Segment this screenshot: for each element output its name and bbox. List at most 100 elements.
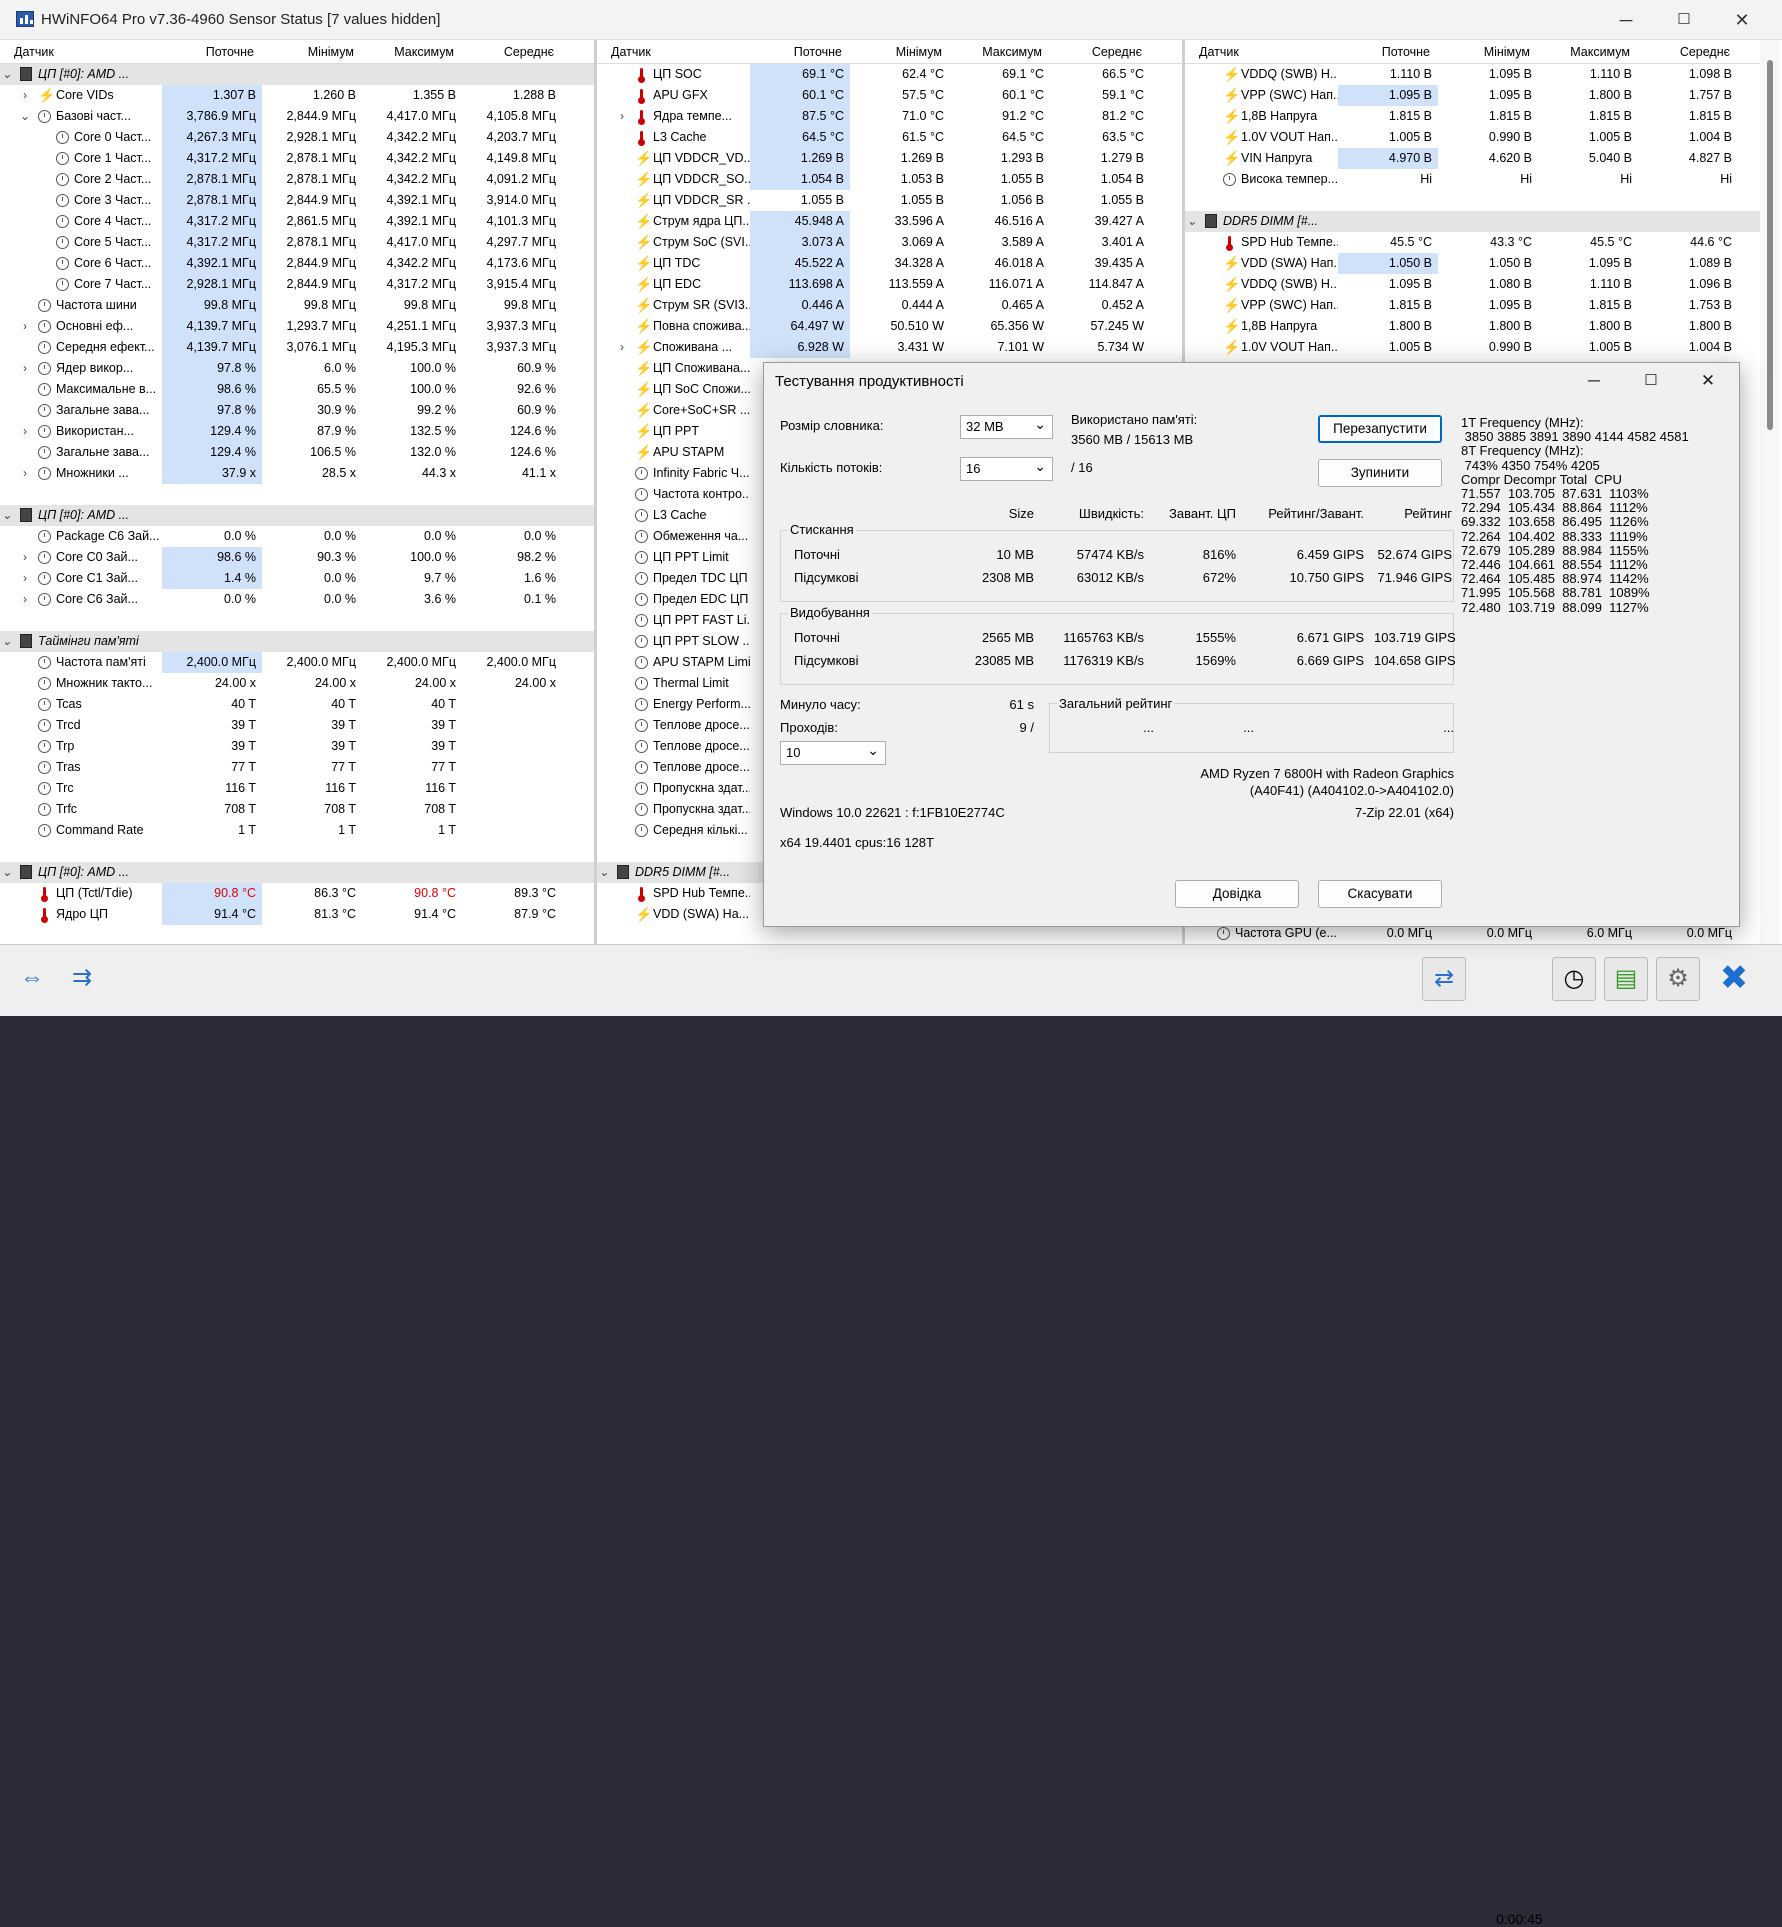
header-max[interactable]: Максимум <box>1538 45 1630 59</box>
sensor-row[interactable]: Core 4 Част... 4,317.2 МГц 2,861.5 МГц 4,39… <box>0 211 594 232</box>
sensor-row[interactable]: ⌄ Базові част... 3,786.9 МГц 2,844.9 МГц 4,4… <box>0 106 594 127</box>
sensor-row[interactable]: Загальне зава... 97.8 % 30.9 % 99.2 % 60.9 % <box>0 400 594 421</box>
sensor-row[interactable]: › ⚡ Споживана ... 6.928 W 3.431 W 7.101 W 5.73… <box>597 337 1182 358</box>
dict-size-select[interactable]: 32 MB <box>960 413 1053 439</box>
sensor-row[interactable]: ЦП (Tctl/Tdie) 90.8 °C 86.3 °C 90.8 °C 89.3 … <box>0 883 594 904</box>
column-header[interactable]: Датчик Поточне Мінімум Максимум Середнє <box>0 40 594 64</box>
column-header[interactable]: Датчик Поточне Мінімум Максимум Середнє <box>1185 40 1760 64</box>
sensor-row[interactable]: ⚡ VDD (SWA) Нап... 1.050 В 1.050 В 1.095 В 1.… <box>1185 253 1760 274</box>
sensor-group-row[interactable]: ⌄ ЦП [#0]: AMD ... <box>0 505 594 526</box>
collapse-chevron-icon[interactable]: ⌄ <box>0 631 14 652</box>
sensor-row[interactable]: Core 0 Част... 4,267.3 МГц 2,928.1 МГц 4,34… <box>0 127 594 148</box>
header-avg[interactable]: Середнє <box>1638 45 1730 59</box>
sensor-row[interactable]: Максимальне в... 98.6 % 65.5 % 100.0 % 92.6 … <box>0 379 594 400</box>
threads-select[interactable]: 16 <box>960 455 1053 481</box>
expand-chevron-icon[interactable]: › <box>18 547 32 568</box>
sensor-row[interactable]: L3 Cache 64.5 °C 61.5 °C 64.5 °C 63.5 °C <box>597 127 1182 148</box>
header-min[interactable]: Мінімум <box>1438 45 1530 59</box>
sensor-row[interactable]: ⚡ ЦП VDDCR_SR ... 1.055 В 1.055 В 1.056 В 1.0… <box>597 190 1182 211</box>
sensor-row[interactable]: › Ядра темпе... 87.5 °C 71.0 °C 91.2 °C 81.2 … <box>597 106 1182 127</box>
header-current[interactable]: Поточне <box>750 45 842 59</box>
sensor-row[interactable]: ⚡ 1,8В Напруга 1.815 В 1.815 В 1.815 В 1.815 … <box>1185 106 1760 127</box>
sensor-row[interactable]: › Core C0 Зай... 98.6 % 90.3 % 100.0 % 98.2 % <box>0 547 594 568</box>
scrollbar-thumb[interactable] <box>1767 60 1773 430</box>
sensor-row[interactable]: ⚡ VIN Напруга 4.970 В 4.620 В 5.040 В 4.827 В <box>1185 148 1760 169</box>
sensor-row[interactable]: ⚡ 1.0V VOUT Нап... 1.005 В 0.990 В 1.005 В 1.… <box>1185 127 1760 148</box>
sensor-row[interactable]: Trcd 39 T 39 T 39 T <box>0 715 594 736</box>
sensor-row[interactable]: Частота шини 99.8 МГц 99.8 МГц 99.8 МГц 99.8… <box>0 295 594 316</box>
header-sensor[interactable]: Датчик <box>14 45 54 59</box>
gear-icon[interactable]: ⚙ <box>1656 957 1700 1001</box>
header-min[interactable]: Мінімум <box>262 45 354 59</box>
header-avg[interactable]: Середнє <box>1050 45 1142 59</box>
header-sensor[interactable]: Датчик <box>1199 45 1239 59</box>
collapse-chevron-icon[interactable]: ⌄ <box>0 505 14 526</box>
sensor-row[interactable]: Package C6 Зай... 0.0 % 0.0 % 0.0 % 0.0 % <box>0 526 594 547</box>
sensor-row[interactable]: Trfc 708 T 708 T 708 T <box>0 799 594 820</box>
collapse-chevron-icon[interactable]: ⌄ <box>0 862 14 883</box>
header-sensor[interactable]: Датчик <box>611 45 651 59</box>
sensor-row[interactable]: › Використан... 129.4 % 87.9 % 132.5 % 124.6 … <box>0 421 594 442</box>
maximize-icon[interactable]: ☐ <box>1664 6 1704 34</box>
expand-chevron-icon[interactable]: › <box>18 421 32 442</box>
restart-button[interactable]: Перезапустити <box>1318 415 1442 443</box>
sensor-row[interactable]: Частота пам'яті 2,400.0 МГц 2,400.0 МГц 2,4… <box>0 652 594 673</box>
expand-chevron-icon[interactable]: › <box>18 358 32 379</box>
dialog-maximize-icon[interactable]: ☐ <box>1631 367 1671 395</box>
expand-chevron-icon[interactable]: › <box>18 589 32 610</box>
sensor-row[interactable]: ⚡ ЦП VDDCR_VD... 1.269 В 1.269 В 1.293 В 1.27… <box>597 148 1182 169</box>
collapse-chevron-icon[interactable]: ⌄ <box>18 106 32 127</box>
expand-chevron-icon[interactable]: › <box>18 463 32 484</box>
sensor-group-row[interactable]: ⌄ DDR5 DIMM [#... <box>1185 211 1760 232</box>
header-min[interactable]: Мінімум <box>850 45 942 59</box>
sensor-row[interactable]: Trp 39 T 39 T 39 T <box>0 736 594 757</box>
sensor-row[interactable]: Множник такто... 24.00 x 24.00 x 24.00 x 24.… <box>0 673 594 694</box>
sensor-row[interactable]: › Core C6 Зай... 0.0 % 0.0 % 3.6 % 0.1 % <box>0 589 594 610</box>
add-report-icon[interactable]: ▤ <box>1604 957 1648 1001</box>
close-icon[interactable]: ✕ <box>1722 6 1762 34</box>
sensor-row[interactable]: ⚡ VDDQ (SWB) Н... 1.110 В 1.095 В 1.110 В 1.0… <box>1185 64 1760 85</box>
expand-chevron-icon[interactable]: › <box>615 337 629 358</box>
sensor-row[interactable]: ⚡ 1.0V VOUT Нап... 1.005 В 0.990 В 1.005 В 1.… <box>1185 337 1760 358</box>
dialog-close-icon[interactable]: ✕ <box>1688 367 1728 395</box>
expand-chevron-icon[interactable]: › <box>18 85 32 106</box>
collapse-arrows-icon[interactable]: ⇔ <box>10 957 54 1001</box>
sensor-row[interactable]: › Множники ... 37.9 x 28.5 x 44.3 x 41.1 x <box>0 463 594 484</box>
sensor-row[interactable]: ⚡ ЦП TDC 45.522 A 34.328 A 46.018 A 39.435 A <box>597 253 1182 274</box>
sensor-row[interactable]: APU GFX 60.1 °C 57.5 °C 60.1 °C 59.1 °C <box>597 85 1182 106</box>
expand-arrows-icon[interactable]: ⇉ <box>60 957 104 1001</box>
sensor-group-row[interactable]: ⌄ ЦП [#0]: AMD ... <box>0 862 594 883</box>
sensor-row[interactable]: ⚡ VDDQ (SWB) Н... 1.095 В 1.080 В 1.110 В 1.0… <box>1185 274 1760 295</box>
vertical-scrollbar[interactable] <box>1760 40 1780 944</box>
sensor-row[interactable]: › Ядер викор... 97.8 % 6.0 % 100.0 % 60.9 % <box>0 358 594 379</box>
sensor-row[interactable]: Висока темпер... Hi Hi Hi Hi <box>1185 169 1760 190</box>
sensor-row[interactable]: ⚡ VPP (SWC) Нап... 1.815 В 1.095 В 1.815 В 1.… <box>1185 295 1760 316</box>
sensor-row[interactable]: SPD Hub Темпе... 45.5 °C 43.3 °C 45.5 °C 44.… <box>1185 232 1760 253</box>
sensor-row[interactable]: Середня ефект... 4,139.7 МГц 3,076.1 МГц 4,… <box>0 337 594 358</box>
stop-button[interactable]: Зупинити <box>1318 459 1442 487</box>
sensor-row[interactable]: Command Rate 1 T 1 T 1 T <box>0 820 594 841</box>
sensor-row[interactable]: Core 3 Част... 2,878.1 МГц 2,844.9 МГц 4,39… <box>0 190 594 211</box>
expand-chevron-icon[interactable]: › <box>615 106 629 127</box>
sensor-row[interactable]: ⚡ ЦП EDC 113.698 A 113.559 A 116.071 A 114.84… <box>597 274 1182 295</box>
expand-chevron-icon[interactable]: › <box>18 568 32 589</box>
minimize-icon[interactable]: ─ <box>1606 6 1646 34</box>
collapse-chevron-icon[interactable]: ⌄ <box>1185 211 1199 232</box>
expand-chevron-icon[interactable]: › <box>18 316 32 337</box>
cancel-button[interactable]: Скасувати <box>1318 880 1442 908</box>
dialog-minimize-icon[interactable]: ─ <box>1574 367 1614 395</box>
header-current[interactable]: Поточне <box>1338 45 1430 59</box>
header-current[interactable]: Поточне <box>162 45 254 59</box>
sensor-row[interactable]: ⚡ ЦП VDDCR_SO... 1.054 В 1.053 В 1.055 В 1.05… <box>597 169 1182 190</box>
sensor-row[interactable]: Tras 77 T 77 T 77 T <box>0 757 594 778</box>
header-max[interactable]: Максимум <box>950 45 1042 59</box>
sensor-row[interactable]: Ядро ЦП 91.4 °C 81.3 °C 91.4 °C 87.9 °C <box>0 904 594 925</box>
sensor-group-row[interactable]: ⌄ Таймінги пам'яті <box>0 631 594 652</box>
sensor-row[interactable]: Tcas 40 T 40 T 40 T <box>0 694 594 715</box>
sensor-row[interactable]: Trc 116 T 116 T 116 T <box>0 778 594 799</box>
sensor-row[interactable]: ⚡ 1,8В Напруга 1.800 В 1.800 В 1.800 В 1.800 … <box>1185 316 1760 337</box>
sensor-row[interactable]: Core 5 Част... 4,317.2 МГц 2,878.1 МГц 4,41… <box>0 232 594 253</box>
sensor-group-row[interactable]: ⌄ ЦП [#0]: AMD ... <box>0 64 594 85</box>
sensor-panel-1[interactable]: Датчик Поточне Мінімум Максимум Середнє ⌄ ЦП [… <box>0 40 594 944</box>
sensor-row[interactable]: Загальне зава... 129.4 % 106.5 % 132.0 % 124… <box>0 442 594 463</box>
